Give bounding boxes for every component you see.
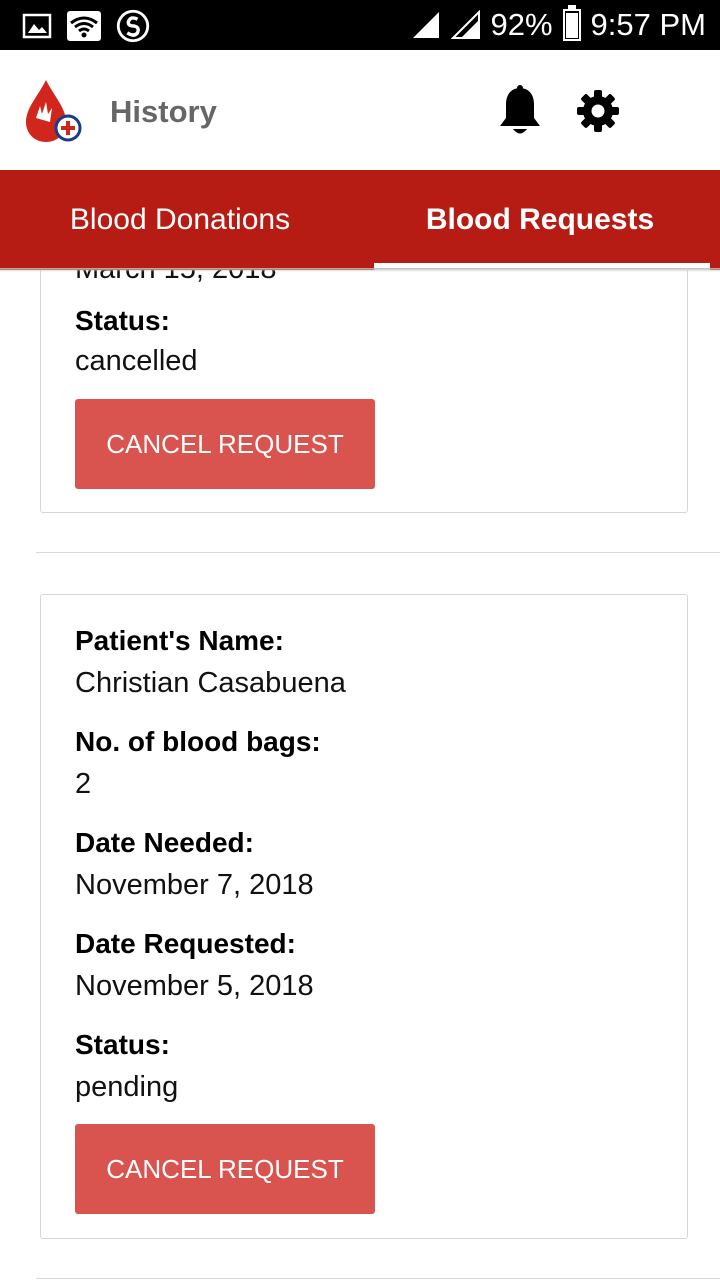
app-bar: History [0,50,720,170]
status-bar: 92% 9:57 PM [0,0,720,50]
tab-blood-donations[interactable]: Blood Donations [0,170,360,270]
date-requested-value: March 15, 2018 [75,270,277,286]
date-requested-label: Date Requested: [75,928,296,959]
settings-gear-icon[interactable] [576,89,620,133]
battery-percentage: 92% [490,7,553,42]
request-card: March 15, 2018 Status: cancelled CANCEL … [40,270,688,513]
tab-bar-shadow [0,268,720,272]
date-needed-label: Date Needed: [75,827,254,858]
blood-bags-value: 2 [75,768,92,800]
date-needed-value: November 7, 2018 [75,869,314,901]
blood-bags-label: No. of blood bags: [75,726,321,757]
page-title: History [110,94,217,129]
tab-label: Blood Requests [425,203,655,236]
request-card: Patient's Name: Christian Casabuena No. … [40,594,688,1239]
patient-name-label: Patient's Name: [75,625,284,656]
card-divider [36,1278,720,1279]
signal-icon [412,12,439,38]
status-value: pending [75,1071,179,1103]
card-divider [36,552,720,553]
tab-label: Blood Donations [69,203,291,236]
tab-bar: Blood Donations Blood Requests [0,170,720,270]
notification-bell-icon[interactable] [496,84,544,138]
date-requested-value: November 5, 2018 [75,970,314,1002]
cancel-request-button[interactable]: CANCEL REQUEST [75,399,375,489]
cancel-request-button[interactable]: CANCEL REQUEST [75,1124,375,1214]
blood-drop-logo [26,80,82,142]
patient-name-value: Christian Casabuena [75,667,346,699]
clock: 9:57 PM [590,7,706,42]
status-label: Status: [75,1029,170,1060]
battery-icon [562,5,581,41]
sync-app-icon [116,9,150,43]
tab-blood-requests[interactable]: Blood Requests [360,170,720,270]
gallery-notification-icon [22,13,52,39]
status-value: cancelled [75,345,198,377]
status-label: Status: [75,305,170,336]
requests-list[interactable]: March 15, 2018 Status: cancelled CANCEL … [0,270,720,1280]
wifi-icon [67,11,101,41]
signal-secondary-icon [450,10,480,39]
